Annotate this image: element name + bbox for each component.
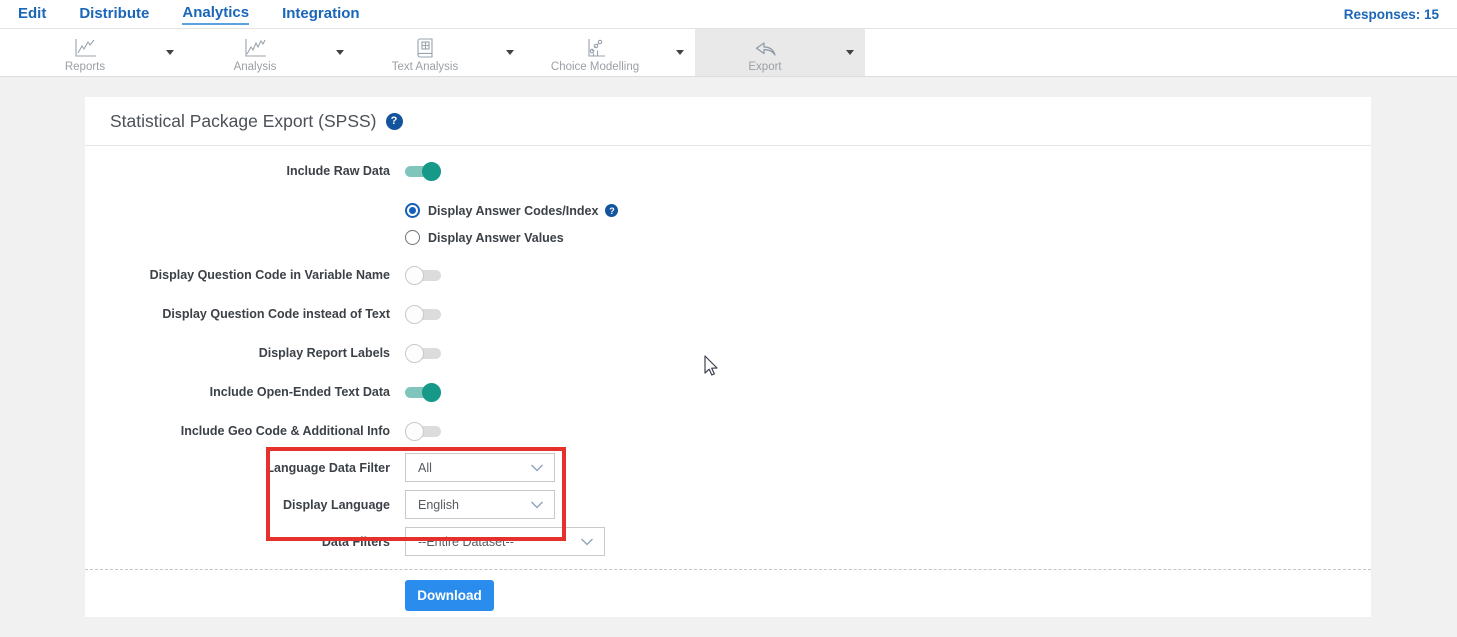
setting-row-include-raw-data: Include Raw Data — [85, 159, 1371, 183]
setting-label: Display Question Code instead of Text — [85, 307, 390, 321]
nav-item-distribute[interactable]: Distribute — [79, 5, 149, 24]
panel-body: Include Raw Data Display Answer Codes/In… — [85, 146, 1371, 611]
setting-label: Include Raw Data — [85, 164, 390, 178]
setting-row-report-labels: Display Report Labels — [85, 341, 1371, 365]
reports-label: Reports — [65, 61, 105, 73]
question-code-text-toggle[interactable] — [405, 309, 441, 320]
download-button[interactable]: Download — [405, 580, 494, 611]
page-title: Statistical Package Export (SPSS) — [110, 111, 377, 132]
title-help-icon[interactable]: ? — [386, 113, 403, 130]
mouse-cursor — [702, 354, 720, 383]
setting-row-open-ended-text: Include Open-Ended Text Data — [85, 380, 1371, 404]
question-code-variable-toggle[interactable] — [405, 270, 441, 281]
export-arrow-icon — [752, 37, 778, 59]
toggle-knob — [405, 422, 424, 441]
caret-down-icon — [166, 50, 174, 55]
display-language-select[interactable]: English — [405, 490, 555, 519]
responses-count[interactable]: Responses: 15 — [1344, 7, 1439, 22]
open-ended-text-toggle[interactable] — [405, 387, 441, 398]
text-analysis-dropdown-caret[interactable] — [495, 50, 525, 55]
select-value: English — [418, 498, 530, 512]
export-dropdown-caret[interactable] — [835, 50, 865, 55]
toggle-knob — [422, 383, 441, 402]
choice-modelling-button[interactable]: Choice Modelling — [525, 33, 665, 73]
export-label: Export — [748, 61, 781, 73]
radio-label: Display Answer Values — [428, 231, 564, 245]
answer-display-radio-group: Display Answer Codes/Index ? Display Ans… — [85, 197, 1371, 251]
select-value: --Entire Dataset-- — [418, 535, 580, 549]
dashed-divider — [85, 569, 1371, 570]
nav-item-edit[interactable]: Edit — [18, 5, 46, 24]
toggle-knob — [422, 162, 441, 181]
caret-down-icon — [336, 50, 344, 55]
chevron-down-icon — [580, 538, 594, 546]
radio-display-answer-values[interactable]: Display Answer Values — [405, 224, 1371, 251]
caret-down-icon — [676, 50, 684, 55]
setting-row-language-data-filter: Language Data Filter All — [85, 453, 1371, 482]
text-analysis-button[interactable]: Text Analysis — [355, 33, 495, 73]
nav-item-analytics[interactable]: Analytics — [182, 4, 249, 25]
setting-label: Display Language — [85, 498, 390, 512]
setting-row-geo-code: Include Geo Code & Additional Info — [85, 419, 1371, 443]
setting-label: Display Question Code in Variable Name — [85, 268, 390, 282]
setting-label: Display Report Labels — [85, 346, 390, 360]
export-button[interactable]: Export — [695, 33, 835, 73]
include-raw-data-toggle[interactable] — [405, 166, 441, 177]
analysis-dropdown-caret[interactable] — [325, 50, 355, 55]
top-nav-bar: Edit Distribute Analytics Integration Re… — [0, 0, 1457, 29]
toolbar-group-text-analysis: Text Analysis — [355, 29, 525, 76]
toggle-knob — [405, 305, 424, 324]
chevron-down-icon — [530, 464, 544, 472]
analysis-line-chart-icon — [242, 37, 268, 59]
choice-modelling-scatter-icon — [583, 37, 607, 59]
language-data-filter-select[interactable]: All — [405, 453, 555, 482]
choice-modelling-label: Choice Modelling — [551, 61, 639, 73]
reports-dropdown-caret[interactable] — [155, 50, 185, 55]
setting-row-display-language: Display Language English — [85, 490, 1371, 519]
radio-label: Display Answer Codes/Index — [428, 204, 598, 218]
toolbar-group-export: Export — [695, 29, 865, 76]
answer-codes-help-icon[interactable]: ? — [605, 204, 618, 217]
reports-button[interactable]: Reports — [15, 33, 155, 73]
text-analysis-document-icon — [413, 37, 437, 59]
analysis-button[interactable]: Analysis — [185, 33, 325, 73]
toolbar-group-choice-modelling: Choice Modelling — [525, 29, 695, 76]
toggle-knob — [405, 344, 424, 363]
setting-label: Include Open-Ended Text Data — [85, 385, 390, 399]
chevron-down-icon — [530, 501, 544, 509]
caret-down-icon — [506, 50, 514, 55]
toggle-knob — [405, 266, 424, 285]
data-filters-select[interactable]: --Entire Dataset-- — [405, 527, 605, 556]
analytics-toolbar: Reports Analysis — [0, 29, 1457, 77]
radio-display-answer-codes[interactable]: Display Answer Codes/Index ? — [405, 197, 1371, 224]
choice-modelling-dropdown-caret[interactable] — [665, 50, 695, 55]
toolbar-group-analysis: Analysis — [185, 29, 355, 76]
setting-row-data-filters: Data Filters --Entire Dataset-- — [85, 527, 1371, 556]
nav-item-integration[interactable]: Integration — [282, 5, 360, 24]
reports-line-chart-icon — [72, 37, 98, 59]
caret-down-icon — [846, 50, 854, 55]
radio-button-icon — [405, 203, 420, 218]
geo-code-toggle[interactable] — [405, 426, 441, 437]
setting-row-question-code-text: Display Question Code instead of Text — [85, 302, 1371, 326]
select-value: All — [418, 461, 530, 475]
radio-button-icon — [405, 230, 420, 245]
setting-label: Language Data Filter — [85, 461, 390, 475]
setting-label: Data Filters — [85, 535, 390, 549]
panel-header: Statistical Package Export (SPSS) ? — [85, 97, 1371, 146]
language-settings-group: Language Data Filter All Display Languag… — [85, 453, 1371, 519]
setting-row-question-code-variable: Display Question Code in Variable Name — [85, 263, 1371, 287]
setting-label: Include Geo Code & Additional Info — [85, 424, 390, 438]
text-analysis-label: Text Analysis — [392, 61, 458, 73]
toolbar-group-reports: Reports — [15, 29, 185, 76]
report-labels-toggle[interactable] — [405, 348, 441, 359]
analysis-label: Analysis — [234, 61, 277, 73]
spss-export-panel: Statistical Package Export (SPSS) ? Incl… — [85, 97, 1371, 617]
